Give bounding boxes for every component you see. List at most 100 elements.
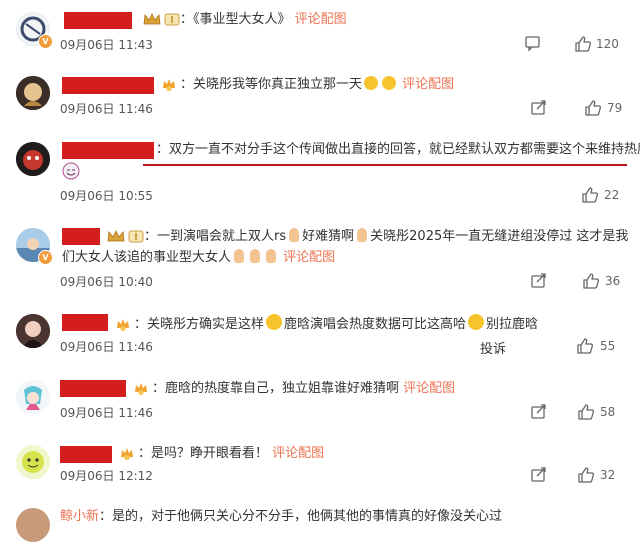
like-icon[interactable] <box>577 338 593 354</box>
smile-emoji-icon <box>364 76 379 90</box>
share-icon[interactable] <box>531 100 547 116</box>
comment-line: ：《事业型大女人》 评论配图 <box>140 11 347 29</box>
comment-text: 鹿晗的热度靠自己，独立姐靠谁好难猜啊 <box>165 381 400 396</box>
comment-text: 好难猜啊 <box>302 229 355 244</box>
comment-image-link[interactable]: 评论配图 <box>402 77 454 92</box>
hand-emoji-icon <box>289 228 300 242</box>
comment-time: 09月06日 10:40 <box>60 275 153 289</box>
comment-line: 们大女人该追的事业型大女人 评论配图 <box>62 249 335 267</box>
username-redacted[interactable] <box>64 12 132 29</box>
comment-text: 鹿晗演唱会热度数据可比这高哈 <box>284 317 467 332</box>
report-button[interactable]: 投诉 <box>480 338 506 357</box>
avatar[interactable] <box>16 142 50 176</box>
hand-emoji-icon <box>357 228 368 242</box>
comment-text: 一到演唱会就上双人rs <box>157 229 287 244</box>
like-icon[interactable] <box>578 404 594 420</box>
share-icon[interactable] <box>531 404 547 420</box>
comment-text: 关晓彤我等你真正独立那一天 <box>193 77 363 92</box>
fan-badge-icon <box>117 319 129 331</box>
comment-time: 09月06日 11:46 <box>60 102 153 116</box>
hand-emoji-icon <box>234 249 245 263</box>
highlight-underline <box>143 164 627 166</box>
avatar-image <box>16 380 50 414</box>
colon: ： <box>152 381 166 396</box>
like-icon[interactable] <box>578 467 594 483</box>
comment-time: 09月06日 10:55 <box>60 189 153 203</box>
username-redacted[interactable] <box>62 142 154 159</box>
crown-badge-icon <box>143 13 161 25</box>
colon: ： <box>99 509 113 524</box>
avatar-image <box>16 142 50 176</box>
username-redacted[interactable] <box>60 380 126 397</box>
comment-text: 关晓彤方确实是这样 <box>147 317 265 332</box>
comment-line: ：一到演唱会就上双人rs 好难猜啊 关晓彤2025年一直无缝进组没停过 这才是我 <box>104 228 628 246</box>
like-count: 32 <box>600 468 616 482</box>
comment-image-link[interactable]: 评论配图 <box>403 381 455 396</box>
level-badge-icon <box>128 230 144 243</box>
colon: ： <box>156 142 170 157</box>
like-count: 55 <box>600 339 616 353</box>
crown-badge-icon <box>107 230 125 242</box>
level-badge-icon <box>164 13 180 26</box>
comment-line: ：关晓彤我等你真正独立那一天 评论配图 <box>158 76 454 94</box>
comment-text: 《事业型大女人》 <box>193 12 291 27</box>
comment-text: 们大女人该追的事业型大女人 <box>62 250 232 265</box>
colon: ： <box>138 446 152 461</box>
username-redacted[interactable] <box>62 77 154 94</box>
comment-text: 别拉鹿晗 <box>486 317 539 332</box>
avatar[interactable] <box>16 508 50 542</box>
like-count: 22 <box>604 188 620 202</box>
fan-badge-icon <box>121 448 133 460</box>
avatar[interactable] <box>16 314 50 348</box>
avatar[interactable] <box>16 76 50 110</box>
like-count: 58 <box>600 405 616 419</box>
crying-emoji-icon <box>468 314 485 330</box>
comment-image-link[interactable]: 评论配图 <box>272 446 324 461</box>
like-count: 79 <box>607 101 623 115</box>
fan-badge-icon <box>163 79 175 91</box>
colon: ： <box>144 229 158 244</box>
kiss-emoji-icon <box>382 76 397 90</box>
hand-emoji-icon <box>266 249 277 263</box>
comment-image-link[interactable]: 评论配图 <box>295 12 347 27</box>
comment-text: 是吗？睁开眼看看！ <box>151 446 269 461</box>
avatar[interactable] <box>16 445 50 479</box>
username-redacted[interactable] <box>62 314 108 331</box>
comment-text: 双方一直不对分手这个传闻做出直接的回答，就已经默认双方都需要这个来维持热度 <box>169 142 640 157</box>
comment-time: 09月06日 12:12 <box>60 469 153 483</box>
smile-emoji-icon <box>266 314 283 330</box>
like-count: 120 <box>596 37 619 51</box>
comment-line: 鲸小新：是的，对于他俩只关心分不分手，他俩其他的事情真的好像没关心过 <box>60 508 502 526</box>
comment-icon[interactable] <box>525 36 541 52</box>
avatar-image <box>16 314 50 348</box>
like-count: 36 <box>605 274 621 288</box>
comment-line: ：关晓彤方确实是这样 鹿晗演唱会热度数据可比这高哈 别拉鹿晗 <box>112 314 538 334</box>
avatar[interactable] <box>16 380 50 414</box>
comment-time: 09月06日 11:46 <box>60 340 153 354</box>
comment-image-link[interactable]: 评论配图 <box>283 250 335 265</box>
colon: ： <box>134 317 148 332</box>
username-redacted[interactable] <box>60 446 112 463</box>
like-icon[interactable] <box>575 36 591 52</box>
fan-badge-icon <box>135 383 147 395</box>
like-icon[interactable] <box>585 100 601 116</box>
verified-icon: V <box>38 250 53 265</box>
comment-line: ：双方一直不对分手这个传闻做出直接的回答，就已经默认双方都需要这个来维持热度 <box>156 141 640 159</box>
comment-text: 是的，对于他俩只关心分不分手，他俩其他的事情真的好像没关心过 <box>112 509 503 524</box>
comment-text: 关晓彤2025年一直无缝进组没停过 这才是我 <box>370 229 629 244</box>
hand-emoji-icon <box>250 249 261 263</box>
comment-line: ：是吗？睁开眼看看！ 评论配图 <box>116 445 324 463</box>
comment-time: 09月06日 11:46 <box>60 406 153 420</box>
share-icon[interactable] <box>531 467 547 483</box>
like-icon[interactable] <box>582 187 598 203</box>
avatar-image <box>16 445 50 479</box>
share-icon[interactable] <box>531 273 547 289</box>
avatar-image <box>16 76 50 110</box>
colon: ： <box>180 77 194 92</box>
laughing-emoji-icon <box>62 162 80 180</box>
comment-time: 09月06日 11:43 <box>60 38 153 52</box>
colon: ： <box>180 12 194 27</box>
like-icon[interactable] <box>583 273 599 289</box>
username[interactable]: 鲸小新 <box>60 509 99 524</box>
username-redacted[interactable] <box>62 228 100 245</box>
